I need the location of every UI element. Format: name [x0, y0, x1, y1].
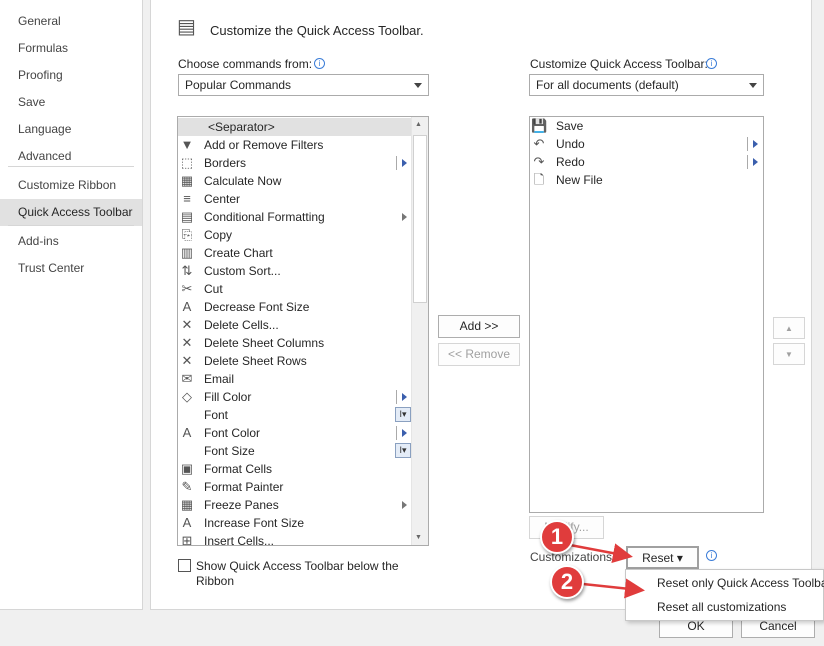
annotation-arrow-2 — [582, 578, 645, 599]
annotation-arrows — [569, 543, 645, 599]
annotation-arrow-1 — [569, 543, 633, 564]
annotation-badge-2: 2 — [550, 565, 584, 599]
annotation-badge-1: 1 — [540, 520, 574, 554]
